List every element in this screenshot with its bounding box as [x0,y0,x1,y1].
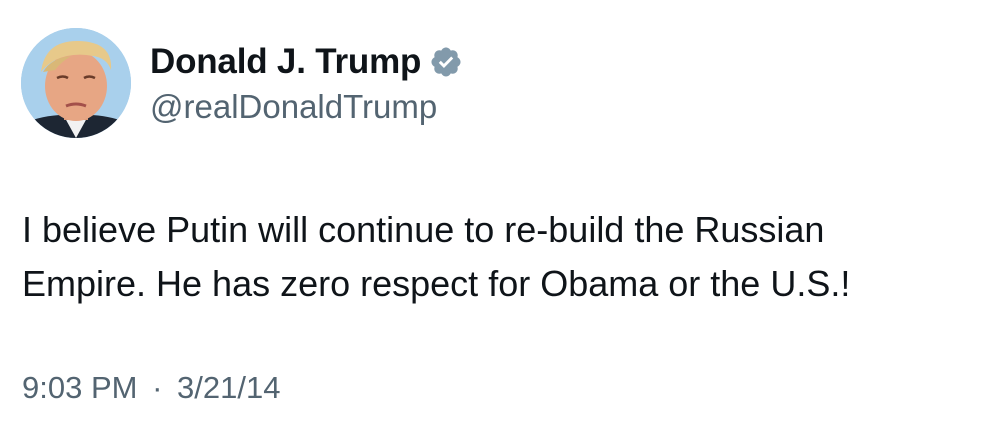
tweet-text-line: Empire. He has zero respect for Obama or… [22,263,851,304]
tweet-card: Donald J. Trump @realDonaldTrump I belie… [0,0,1000,442]
profile-photo-icon [21,28,131,138]
author-name-row: Donald J. Trump [150,38,463,86]
display-name[interactable]: Donald J. Trump [150,42,421,82]
meta-separator: · [152,370,163,405]
tweet-meta: 9:03 PM · 3/21/14 [22,370,280,406]
tweet-time[interactable]: 9:03 PM [22,370,137,405]
avatar[interactable] [21,28,131,138]
author-handle[interactable]: @realDonaldTrump [150,88,437,126]
tweet-text-line: I believe Putin will continue to re-buil… [22,209,825,250]
verified-badge-icon [431,47,461,77]
tweet-text: I believe Putin will continue to re-buil… [22,203,982,311]
tweet-date[interactable]: 3/21/14 [177,370,280,405]
